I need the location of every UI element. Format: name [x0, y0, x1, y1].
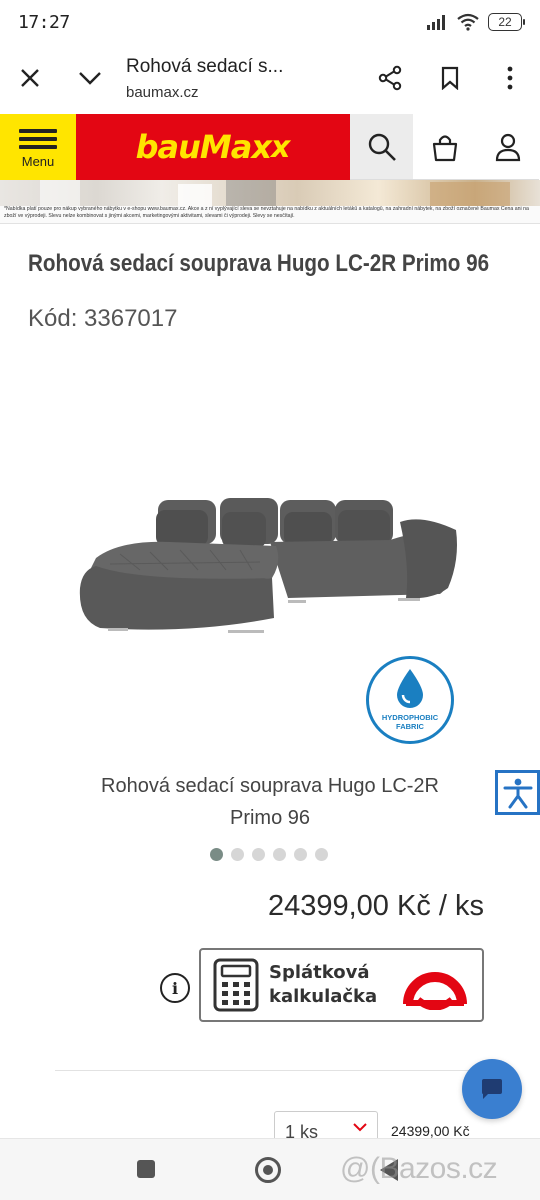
menu-button[interactable]: Menu	[0, 114, 76, 180]
bookmark-button[interactable]	[420, 48, 480, 108]
close-tab-button[interactable]	[0, 48, 60, 108]
product-title: Rohová sedací souprava Hugo LC-2R Primo …	[28, 250, 490, 277]
recent-apps-button[interactable]	[137, 1160, 155, 1178]
logo-suffix: x	[271, 129, 291, 165]
expand-button[interactable]	[60, 48, 120, 108]
badge-text: HYDROPHOBIC FABRIC	[382, 713, 438, 731]
gallery-dot[interactable]	[231, 848, 244, 861]
menu-label: Menu	[21, 154, 55, 169]
bookmark-icon	[441, 66, 459, 90]
more-options-button[interactable]	[480, 48, 540, 108]
caption-line1: Rohová sedací souprava Hugo LC-2R	[101, 775, 439, 797]
close-icon	[21, 69, 39, 87]
status-icons: 22	[426, 13, 525, 31]
signal-icon	[427, 15, 445, 30]
page-title: Rohová sedací s...	[126, 55, 284, 77]
product-price: 24399,00 Kč / ks	[267, 890, 484, 922]
divider	[55, 1070, 485, 1071]
home-button[interactable]	[255, 1157, 281, 1183]
search-button[interactable]	[350, 114, 413, 180]
line-total: 24399,00 Kč	[391, 1123, 470, 1139]
cart-button[interactable]	[413, 114, 476, 180]
status-time: 17:27	[18, 11, 70, 33]
wifi-icon	[457, 13, 479, 31]
battery-icon: 22	[488, 13, 525, 31]
account-button[interactable]	[476, 114, 539, 180]
promo-banner[interactable]	[0, 180, 540, 206]
info-icon[interactable]: i	[160, 973, 190, 1003]
image-caption: Rohová sedací souprava Hugo LC-2R Primo …	[60, 770, 480, 834]
hydrophobic-fabric-badge: HYDROPHOBIC FABRIC	[366, 656, 454, 744]
chat-button[interactable]	[462, 1059, 522, 1119]
user-icon	[495, 133, 520, 161]
accessibility-button[interactable]	[495, 770, 540, 815]
chat-icon	[482, 1079, 502, 1099]
gallery-dot[interactable]	[252, 848, 265, 861]
chevron-down-icon	[353, 1123, 367, 1132]
calculator-label-line1: Splátková	[269, 962, 370, 983]
product-image[interactable]	[60, 470, 480, 650]
shopping-bag-icon	[432, 134, 457, 161]
product-code: Kód: 3367017	[28, 305, 178, 332]
more-vertical-icon	[507, 66, 513, 90]
page-domain: baumax.cz	[126, 83, 199, 101]
lender-logo-icon	[403, 972, 467, 1010]
badge-line1: HYDROPHOBIC	[381, 713, 439, 722]
caption-line2: Primo 96	[229, 807, 311, 829]
site-header: Menu bauMax x	[0, 114, 540, 180]
gallery-dot[interactable]	[273, 848, 286, 861]
share-icon	[378, 65, 402, 91]
url-box[interactable]: Rohová sedací s... baumax.cz	[120, 56, 360, 101]
calculator-icon	[213, 958, 259, 1012]
hamburger-icon	[19, 125, 57, 153]
share-button[interactable]	[360, 48, 420, 108]
gallery-dot[interactable]	[294, 848, 307, 861]
gallery-dots	[210, 848, 328, 861]
logo-text: bauMax	[135, 128, 272, 166]
watermark: @(Bazos.cz	[340, 1152, 498, 1185]
banner-disclaimer: *Nabídka platí pouze pro nákup vybraného…	[0, 206, 540, 224]
accessibility-icon	[503, 778, 532, 808]
installment-calculator-button[interactable]: Splátková kalkulačka	[199, 948, 484, 1022]
chevron-down-icon	[79, 72, 101, 85]
logo[interactable]: bauMax x	[76, 114, 350, 180]
search-icon	[368, 133, 396, 161]
browser-toolbar: Rohová sedací s... baumax.cz	[0, 44, 540, 112]
badge-line2: FABRIC	[396, 722, 424, 731]
battery-level: 22	[498, 15, 512, 29]
gallery-dot[interactable]	[315, 848, 328, 861]
calculator-label: Splátková kalkulačka	[269, 961, 377, 1009]
water-drop-icon	[397, 669, 423, 708]
status-bar: 17:27 22	[0, 0, 540, 44]
calculator-label-line2: kalkulačka	[269, 986, 378, 1007]
gallery-dot[interactable]	[210, 848, 223, 861]
